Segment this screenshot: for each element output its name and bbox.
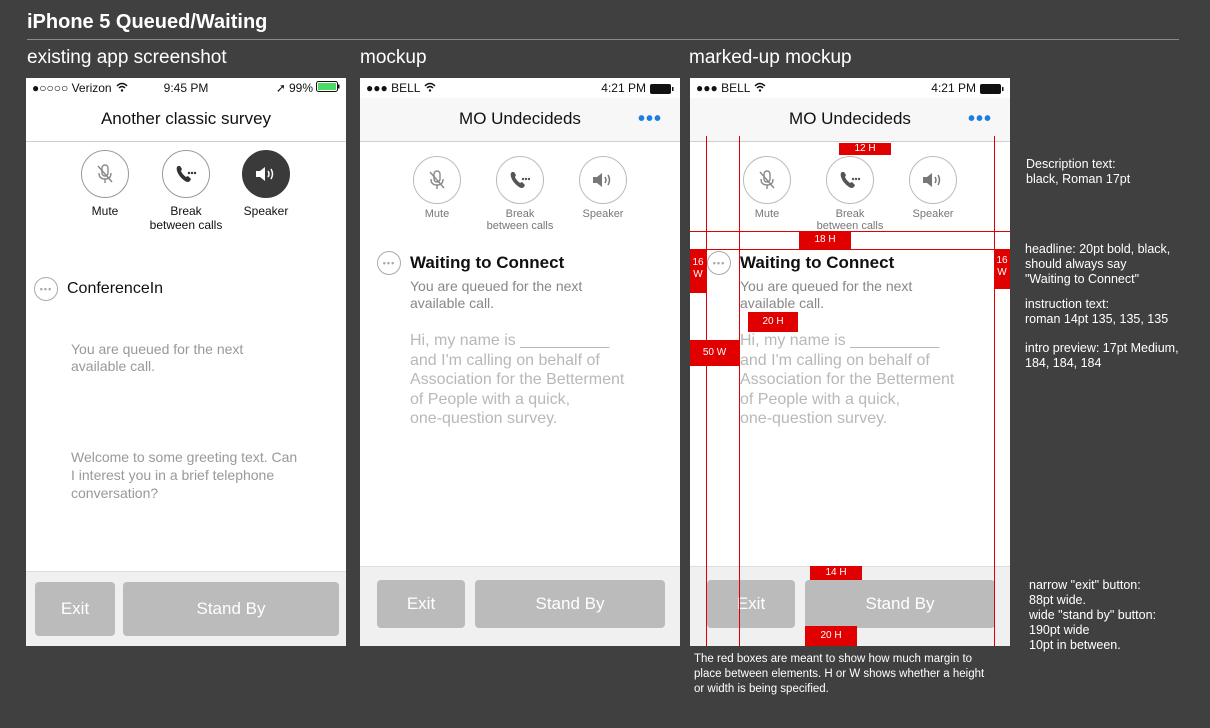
guide-line xyxy=(706,136,707,646)
guide-line xyxy=(739,136,740,646)
battery-icon xyxy=(980,83,1004,97)
mute-label: Mute xyxy=(91,204,119,218)
exit-button[interactable]: Exit xyxy=(707,580,795,628)
more-icon[interactable]: ••• xyxy=(638,108,662,131)
status-bar: ●○○○○ Verizon 9:45 PM ➚ 99% xyxy=(26,78,346,98)
margin-box-20h-bottom: 20 H xyxy=(805,626,857,646)
break-control[interactable]: Break between calls xyxy=(146,150,226,232)
intro-preview: Hi, my name is __________ and I'm callin… xyxy=(410,332,625,427)
phone-pause-icon[interactable] xyxy=(162,150,210,198)
mute-control[interactable]: Mute xyxy=(397,156,477,220)
location-icon: ➚ xyxy=(275,81,286,95)
margin-box-16w-left: 16 W xyxy=(690,249,706,293)
status-bar: ●●● BELL 4:21 PM xyxy=(360,78,680,98)
nav-title: MO Undecideds xyxy=(459,109,581,128)
guide-line xyxy=(994,136,995,646)
note-headline: headline: 20pt bold, black, should alway… xyxy=(1025,242,1171,286)
break-label: Break between calls xyxy=(486,208,554,232)
break-label: Break between calls xyxy=(816,208,884,232)
more-icon[interactable]: ••• xyxy=(968,108,992,131)
note-instruction: instruction text: roman 14pt 135, 135, 1… xyxy=(1025,297,1169,326)
nav-title: Another classic survey xyxy=(100,109,272,128)
nav-bar: MO Undecideds ••• xyxy=(360,98,680,142)
wifi-icon xyxy=(424,81,436,95)
break-control[interactable]: Break between calls xyxy=(480,156,560,232)
note-intro: intro preview: 17pt Medium, 184, 184, 18… xyxy=(1025,341,1179,370)
column-title-marked: marked-up mockup xyxy=(689,47,852,68)
mute-icon[interactable] xyxy=(413,156,461,204)
speaker-icon[interactable] xyxy=(242,150,290,198)
nav-title: MO Undecideds xyxy=(789,109,911,128)
margin-box-12h: 12 H xyxy=(839,143,891,155)
mute-control[interactable]: Mute xyxy=(65,150,145,218)
headline: Waiting to Connect xyxy=(410,253,565,272)
nav-bar: Another classic survey xyxy=(26,98,346,142)
margin-box-16w-right: 16 W xyxy=(994,249,1010,289)
mute-label: Mute xyxy=(424,208,450,220)
title-rule xyxy=(27,39,1179,40)
marked-phone: ●●● BELL 4:21 PM MO Undecideds ••• Mute … xyxy=(690,78,1010,646)
markup-caption: The red boxes are meant to show how much… xyxy=(694,653,985,695)
battery-icon xyxy=(316,81,340,95)
note-description: Description text: black, Roman 17pt xyxy=(1026,157,1131,186)
speaker-control[interactable]: Speaker xyxy=(563,156,643,220)
margin-box-14h: 14 H xyxy=(810,566,862,580)
battery-percent: 99% xyxy=(288,81,313,95)
margin-box-20h: 20 H xyxy=(748,312,798,332)
speaker-label: Speaker xyxy=(582,208,624,220)
waiting-icon: ••• xyxy=(707,251,731,275)
column-title-existing: existing app screenshot xyxy=(27,47,227,68)
carrier: ●●● BELL xyxy=(696,81,751,95)
greeting-text: Welcome to some greeting text. Can I int… xyxy=(71,449,298,501)
bottom-bar: Exit Stand By xyxy=(360,566,680,646)
status-bar: ●●● BELL 4:21 PM xyxy=(690,78,1010,98)
waiting-icon: ••• xyxy=(377,251,401,275)
column-title-mockup: mockup xyxy=(360,47,427,68)
speaker-control[interactable]: Speaker xyxy=(893,156,973,220)
status-time: 4:21 PM xyxy=(601,81,646,95)
exit-button[interactable]: Exit xyxy=(35,582,115,636)
guide-line xyxy=(690,249,1010,250)
page-title: iPhone 5 Queued/Waiting xyxy=(27,11,268,33)
existing-phone: ●○○○○ Verizon 9:45 PM ➚ 99% Another class… xyxy=(26,78,346,646)
standby-button[interactable]: Stand By xyxy=(475,580,665,628)
standby-button[interactable]: Stand By xyxy=(805,580,995,628)
break-control[interactable]: Break between calls xyxy=(810,156,890,232)
speaker-label: Speaker xyxy=(243,204,289,218)
status-time: 4:21 PM xyxy=(931,81,976,95)
margin-box-50w: 50 W xyxy=(690,340,739,366)
wifi-icon xyxy=(754,81,766,95)
queued-text: You are queued for the next available ca… xyxy=(71,341,244,374)
instruction-text: You are queued for the next available ca… xyxy=(410,278,583,311)
margin-box-18h: 18 H xyxy=(799,231,851,249)
mute-icon[interactable] xyxy=(743,156,791,204)
instruction-text: You are queued for the next available ca… xyxy=(740,278,913,311)
bottom-bar: Exit Stand By xyxy=(26,571,346,646)
speaker-icon[interactable] xyxy=(579,156,627,204)
nav-bar: MO Undecideds ••• xyxy=(690,98,1010,142)
phone-pause-icon[interactable] xyxy=(496,156,544,204)
standby-button[interactable]: Stand By xyxy=(123,582,339,636)
break-label: Break between calls xyxy=(149,204,223,232)
note-buttons: narrow "exit" button: 88pt wide. wide "s… xyxy=(1029,578,1157,652)
mute-icon[interactable] xyxy=(81,150,129,198)
speaker-label: Speaker xyxy=(912,208,954,220)
exit-button[interactable]: Exit xyxy=(377,580,465,628)
headline: Waiting to Connect xyxy=(740,253,895,272)
phone-pause-icon[interactable] xyxy=(826,156,874,204)
battery-icon xyxy=(650,83,674,97)
mockup-phone: ●●● BELL 4:21 PM MO Undecideds ••• Mute … xyxy=(360,78,680,646)
speaker-icon[interactable] xyxy=(909,156,957,204)
waiting-icon: ••• xyxy=(34,277,58,301)
speaker-control[interactable]: Speaker xyxy=(226,150,306,218)
carrier: ●●● BELL xyxy=(366,81,421,95)
intro-preview: Hi, my name is __________ and I'm callin… xyxy=(740,332,955,427)
conference-title: ConferenceIn xyxy=(67,280,164,297)
